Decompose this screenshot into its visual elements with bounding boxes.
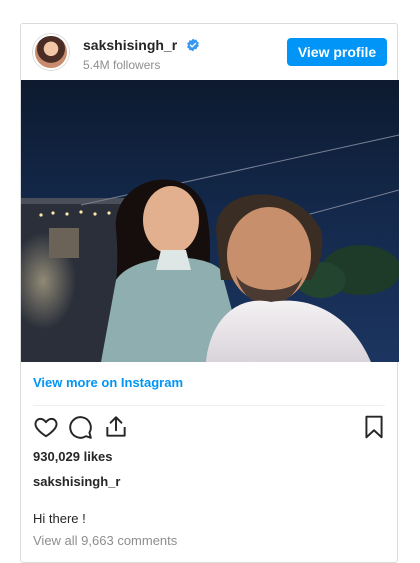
view-comments-link[interactable]: View all 9,663 comments — [33, 533, 177, 548]
post-header: sakshisingh_r 5.4M followers View profil… — [21, 24, 397, 80]
verified-badge-icon — [186, 38, 199, 52]
share-icon[interactable] — [103, 414, 129, 440]
view-profile-button[interactable]: View profile — [287, 38, 387, 66]
caption-text: Hi there ! — [33, 511, 86, 526]
username[interactable]: sakshisingh_r — [83, 37, 177, 53]
action-bar — [33, 414, 387, 442]
divider — [33, 405, 385, 406]
instagram-embed-card: sakshisingh_r 5.4M followers View profil… — [20, 23, 399, 563]
photo-illustration — [21, 134, 399, 362]
user-block: sakshisingh_r 5.4M followers — [83, 36, 200, 72]
like-count: 930,029 likes — [33, 449, 113, 464]
bookmark-icon[interactable] — [361, 414, 387, 440]
profile-avatar[interactable] — [33, 34, 69, 70]
post-photo[interactable] — [21, 80, 399, 362]
caption-username[interactable]: sakshisingh_r — [33, 474, 120, 489]
follower-count: 5.4M followers — [83, 58, 161, 72]
view-more-link[interactable]: View more on Instagram — [33, 375, 183, 390]
heart-icon[interactable] — [33, 414, 59, 440]
comment-icon[interactable] — [67, 414, 93, 440]
